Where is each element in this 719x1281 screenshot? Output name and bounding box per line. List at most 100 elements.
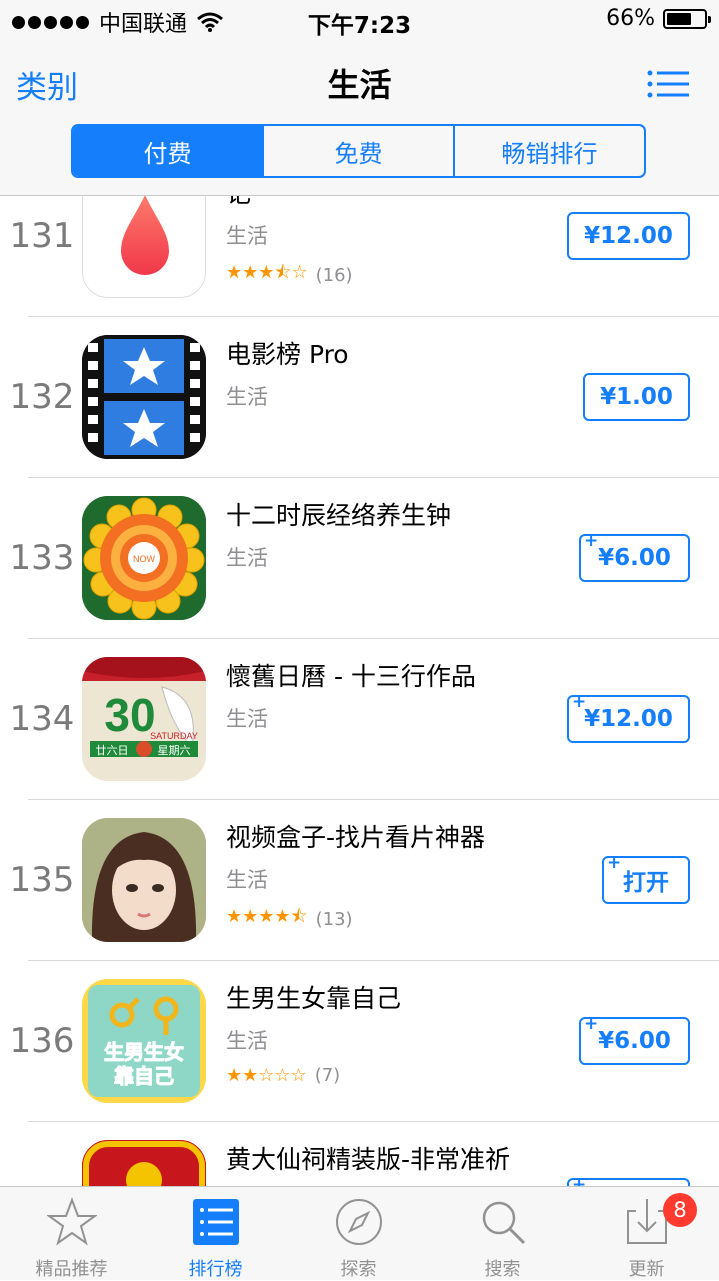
status-bar: 中国联通 下午7:23 66% [0,0,719,40]
icon-lunar-text: 廿六日 [96,744,129,757]
calendar-icon: 30 廿六日 星期六 SATURDAY [82,657,206,781]
price-label: ¥12.00 [584,223,673,249]
open-button[interactable]: + 打开 [602,853,690,904]
list-menu-icon[interactable] [647,70,689,98]
app-row[interactable]: 135 视频盒子-找片看片神器 生活 ★★★★⯪ (13) + 打开 [0,800,719,961]
plus-icon: + [572,692,587,712]
tab-label: 排行榜 [188,1259,243,1280]
app-icon-video-box[interactable] [82,818,206,942]
app-category: 生活 [226,868,268,892]
icon-title-line2: 靠自己 [114,1064,174,1088]
tab-label: 搜索 [484,1259,521,1280]
price-button[interactable]: + [567,1175,690,1186]
tab-featured[interactable]: 精品推荐 [0,1187,143,1281]
rating: ★★★★⯪ (13) [226,904,353,934]
app-row[interactable]: 133 NOW 十二时辰经络养生钟 生活 + ¥6.00 [0,478,719,639]
app-name: 视频盒子-找片看片神器 [226,823,486,852]
app-icon-gender[interactable]: 生男生女 靠自己 [82,979,206,1103]
app-name: 记 [226,196,251,210]
rank-number: 133 [9,538,75,578]
plus-icon: + [607,853,622,873]
plus-icon: + [584,1014,599,1034]
blood-drop-icon [121,196,169,275]
compass-icon [336,1199,382,1245]
rating-count: (7) [314,1065,341,1086]
battery-percent: 66% [606,6,655,31]
rating: ★★★⯪☆ (16) [226,260,353,290]
app-icon-film-star[interactable] [82,335,206,459]
battery-fill [667,12,691,25]
chart-type-segmented-control: 付费 免费 畅销排行 [71,124,646,178]
rating-count: (13) [315,908,353,930]
price-button[interactable]: + ¥6.00 [579,1014,690,1065]
rank-number: 134 [9,699,75,739]
rank-number: 135 [9,860,75,900]
rating-stars: ★★★⯪☆ [226,262,308,283]
tab-top-charts[interactable]: 排行榜 [144,1187,287,1281]
app-row[interactable]: 136 生男生女 靠自己 生男生女靠自己 生活 ★★☆☆☆ (7) + ¥6.0… [0,961,719,1122]
search-icon [482,1201,526,1245]
price-button[interactable]: + ¥12.00 [567,692,690,743]
plus-icon: + [572,1175,587,1186]
rating: ★★☆☆☆ (7) [226,1065,340,1086]
flower-clock-icon: NOW [82,496,206,620]
rank-number: 131 [9,216,75,256]
app-icon-calendar[interactable]: 30 廿六日 星期六 SATURDAY [82,657,206,781]
page-title: 生活 [327,66,392,104]
tab-updates[interactable]: 8 更新 [575,1187,718,1281]
temple-icon [82,1140,206,1186]
rating-count: (16) [315,264,353,286]
app-category: 生活 [226,224,268,248]
price-label: ¥6.00 [598,545,671,571]
navigation-bar: 类别 生活 付费 免费 畅销排行 [0,40,719,196]
rank-number: 136 [9,1021,75,1061]
icon-cn-weekday-text: 星期六 [158,744,191,757]
app-icon-blood-drop[interactable] [82,196,206,298]
icon-weekday-text: SATURDAY [150,731,198,741]
tab-explore[interactable]: 探索 [287,1187,430,1281]
tab-search[interactable]: 搜索 [431,1187,574,1281]
tab-bar: 精品推荐 排行榜 探索 搜索 8 更新 [0,1186,719,1280]
plus-icon: + [584,531,599,551]
price-button[interactable]: ¥1.00 [583,373,690,421]
app-name: 电影榜 Pro [226,340,349,369]
app-row[interactable]: 131 记 生活 ★★★⯪☆ (16) ¥12.00 [0,196,719,317]
star-icon [47,1197,97,1246]
icon-title-line1: 生男生女 [104,1040,184,1064]
app-icon-temple[interactable] [82,1140,206,1186]
app-category: 生活 [226,707,268,731]
tab-label: 更新 [628,1259,665,1280]
icon-day-text: 30 [104,689,155,741]
price-label: ¥12.00 [584,706,673,732]
rating-stars: ★★★★⯪ [226,906,308,927]
status-right: 66% [606,6,711,31]
app-row[interactable]: 134 30 廿六日 星期六 SATURDAY 懷舊日曆 - 十三行作品 生活 … [0,639,719,800]
app-icon-flower-clock[interactable]: NOW [82,496,206,620]
price-label: ¥6.00 [598,1028,671,1054]
app-row[interactable]: 132 电影榜 Pro 生活 ¥1.00 [0,317,719,478]
segment-top-grossing[interactable]: 畅销排行 [453,126,644,176]
film-strip-icon [82,335,206,459]
tab-label: 精品推荐 [35,1259,108,1280]
segment-free[interactable]: 免费 [262,126,453,176]
rating-stars: ★★☆☆☆ [226,1065,307,1086]
updates-badge: 8 [663,1193,697,1227]
app-category: 生活 [226,1029,268,1053]
rank-number: 132 [9,377,75,417]
app-name: 懷舊日曆 - 十三行作品 [226,662,476,691]
app-name: 黄大仙祠精装版-非常准祈 [226,1145,511,1174]
app-row[interactable]: 黄大仙祠精装版-非常准祈 + [0,1122,719,1186]
price-button[interactable]: ¥12.00 [567,212,690,260]
price-button[interactable]: + ¥6.00 [579,531,690,582]
battery-icon [663,8,711,29]
app-category: 生活 [226,385,268,409]
portrait-photo-icon [82,818,206,942]
icon-now-text: NOW [133,554,156,564]
segment-paid[interactable]: 付费 [73,126,262,176]
gender-symbols-icon: 生男生女 靠自己 [82,979,206,1103]
tab-label: 探索 [340,1259,377,1280]
price-label: 打开 [623,870,669,896]
app-list: 131 记 生活 ★★★⯪☆ (16) ¥12.00 132 [0,196,719,1186]
app-name: 十二时辰经络养生钟 [226,501,452,530]
ranking-list-icon [193,1199,239,1245]
